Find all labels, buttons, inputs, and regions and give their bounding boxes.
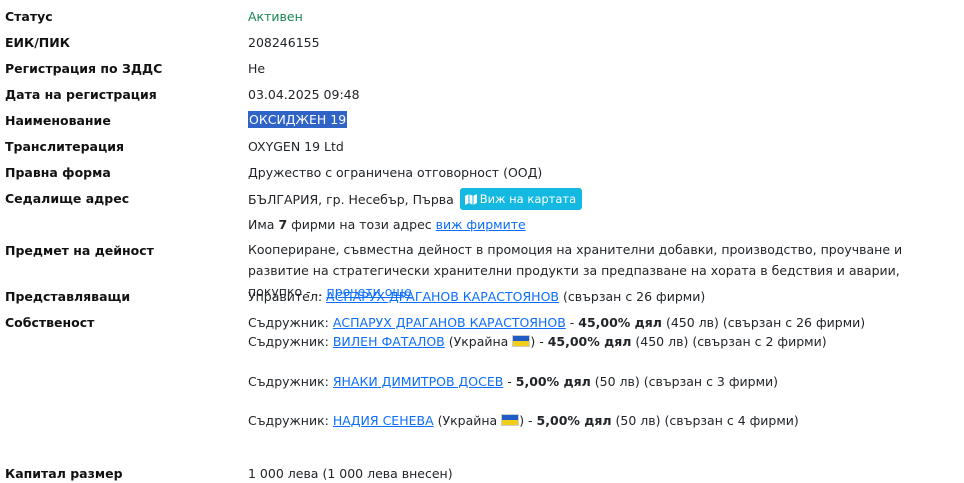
partner-name-link[interactable]: АСПАРУХ ДРАГАНОВ КАРАСТОЯНОВ xyxy=(333,315,566,330)
rep-note: (свързан с 26 фирми) xyxy=(562,289,706,304)
legal-form-value: Дружество с ограничена отговорност (ООД) xyxy=(248,165,543,180)
partner-note: (свързан с 4 фирми) xyxy=(664,413,799,428)
label-legal-form: Правна форма xyxy=(5,165,111,180)
partner-amount: (450 лв) xyxy=(635,334,689,349)
partner-row: Съдружник: НАДИЯ СЕНЕВА (Украйна ) - 5,0… xyxy=(248,413,799,428)
status-value: Активен xyxy=(248,9,303,24)
partner-share: 5,00% дял xyxy=(536,413,612,428)
label-translit: Транслитерация xyxy=(5,139,125,154)
partner-share: 45,00% дял xyxy=(578,315,662,330)
name-value: ОКСИДЖЕН 19 xyxy=(248,111,348,128)
view-map-label: Виж на картата xyxy=(479,192,577,206)
partner-amount: (450 лв) xyxy=(665,315,719,330)
partner-role: Съдружник: xyxy=(248,315,329,330)
firms-prefix: Има xyxy=(248,217,275,232)
partner-role: Съдружник: xyxy=(248,413,329,428)
ukraine-flag-icon xyxy=(512,335,531,347)
address-value: БЪЛГАРИЯ, гр. Несебър, Първа Виж на карт… xyxy=(248,188,583,211)
rep-name-link[interactable]: АСПАРУХ ДРАГАНОВ КАРАСТОЯНОВ xyxy=(326,289,559,304)
partner-note: (свързан с 3 фирми) xyxy=(643,374,779,389)
view-firms-link[interactable]: виж фирмите xyxy=(436,217,526,232)
partner-note: (свързан с 2 фирми) xyxy=(692,334,827,349)
partner-role: Съдружник: xyxy=(248,374,329,389)
partner-row: Съдружник: ЯНАКИ ДИМИТРОВ ДОСЕВ - 5,00% … xyxy=(248,374,779,389)
label-vat: Регистрация по ЗДДС xyxy=(5,61,163,76)
ukraine-flag-icon xyxy=(501,414,520,426)
partner-country: (Украйна xyxy=(437,413,498,428)
partner-name-link[interactable]: ВИЛЕН ФАТАЛОВ xyxy=(333,334,445,349)
label-representatives: Представляващи xyxy=(5,289,131,304)
representative-row: Управител: АСПАРУХ ДРАГАНОВ КАРАСТОЯНОВ … xyxy=(248,289,705,304)
label-address: Седалище адрес xyxy=(5,191,130,206)
partner-name-link[interactable]: ЯНАКИ ДИМИТРОВ ДОСЕВ xyxy=(333,374,503,389)
vat-value: Не xyxy=(248,61,266,76)
partner-amount: (50 лв) xyxy=(594,374,640,389)
partner-row: Съдружник: ВИЛЕН ФАТАЛОВ (Украйна ) - 45… xyxy=(248,334,827,349)
label-status: Статус xyxy=(5,9,53,24)
view-map-button[interactable]: Виж на картата xyxy=(459,188,583,210)
translit-value: OXYGEN 19 Ltd xyxy=(248,139,344,154)
label-activity: Предмет на дейност xyxy=(5,243,154,258)
partner-row: Съдружник: АСПАРУХ ДРАГАНОВ КАРАСТОЯНОВ … xyxy=(248,315,866,330)
partner-country: (Украйна xyxy=(448,334,509,349)
reg-date-value: 03.04.2025 09:48 xyxy=(248,87,360,102)
address-firms-line: Има 7 фирми на този адрес виж фирмите xyxy=(248,217,526,232)
partner-share: 45,00% дял xyxy=(547,334,632,349)
label-capital: Капитал размер xyxy=(5,466,123,481)
partner-share: 5,00% дял xyxy=(515,374,591,389)
firms-suffix: фирми на този адрес xyxy=(291,217,432,232)
rep-role: Управител: xyxy=(248,289,323,304)
company-name-selected: ОКСИДЖЕН 19 xyxy=(248,111,348,128)
partner-note: (свързан с 26 фирми) xyxy=(722,315,866,330)
partner-role: Съдружник: xyxy=(248,334,329,349)
capital-value: 1 000 лева (1 000 лева внесен) xyxy=(248,466,453,481)
label-ownership: Собственост xyxy=(5,315,95,330)
eik-value: 208246155 xyxy=(248,35,320,50)
label-eik: ЕИК/ПИК xyxy=(5,35,70,50)
partner-name-link[interactable]: НАДИЯ СЕНЕВА xyxy=(333,413,434,428)
partner-amount: (50 лв) xyxy=(615,413,661,428)
firms-count: 7 xyxy=(278,217,288,232)
label-reg-date: Дата на регистрация xyxy=(5,87,157,102)
address-text: БЪЛГАРИЯ, гр. Несебър, Първа xyxy=(248,192,454,207)
map-icon xyxy=(464,194,477,205)
label-name: Наименование xyxy=(5,113,111,128)
